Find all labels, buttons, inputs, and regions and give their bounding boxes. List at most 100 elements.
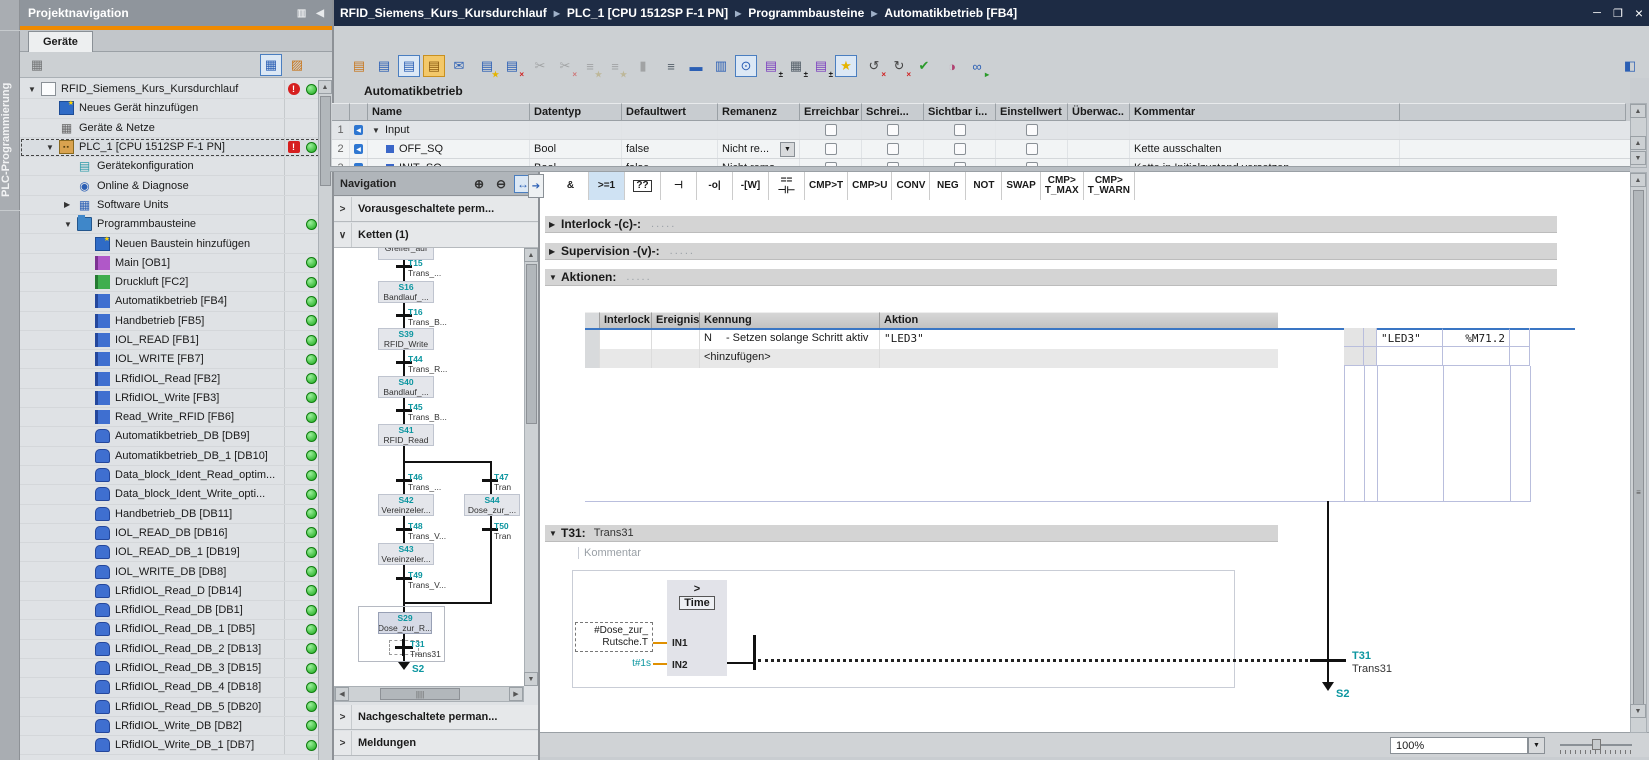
- breadcrumb-item[interactable]: PLC_1 [CPU 1512SP F-1 PN]: [567, 6, 728, 20]
- sequence-node[interactable]: [404, 602, 492, 604]
- block-pin-in2[interactable]: IN2: [672, 660, 688, 671]
- twisty-icon[interactable]: ▼: [28, 85, 41, 94]
- view-columns-icon[interactable]: ▥: [710, 55, 732, 77]
- column-settings-icon[interactable]: ▨: [286, 54, 308, 76]
- logic-instruction-button[interactable]: CMP> T_MAX: [1041, 172, 1084, 200]
- tree-item[interactable]: IOL_READ [FB1]: [20, 331, 320, 350]
- sequence-overview-canvas[interactable]: Greifer_auf T15 Trans_... S16 Bandlauf_.…: [334, 248, 524, 686]
- insert-jump-icon[interactable]: ▤: [423, 55, 445, 77]
- monitoring-icon[interactable]: ∞ ▸: [966, 55, 988, 77]
- sequence-node[interactable]: S44 Dose_zur_...: [464, 494, 520, 516]
- sequence-node[interactable]: T16 Trans_B...: [408, 307, 447, 327]
- chevron-right-icon[interactable]: >: [334, 197, 352, 221]
- next-step-label[interactable]: S2: [1336, 688, 1349, 700]
- tree-item[interactable]: LRfidIOL_Read [FB2]: [20, 369, 320, 388]
- checkbox[interactable]: [954, 143, 966, 155]
- lock-icon[interactable]: ▮: [632, 55, 654, 77]
- interface-column-header[interactable]: Einstellwert: [996, 103, 1068, 121]
- delete-network-icon[interactable]: ▤ ×: [501, 55, 523, 77]
- tree-item[interactable]: LRfidIOL_Read_DB [DB1]: [20, 601, 320, 620]
- interface-column-header[interactable]: Kommentar: [1130, 103, 1400, 121]
- tree-item[interactable]: LRfidIOL_Read_DB_2 [DB13]: [20, 640, 320, 659]
- checkbox[interactable]: [887, 124, 899, 136]
- sequence-node[interactable]: T46 Trans_...: [408, 472, 441, 492]
- interface-column-header[interactable]: Erreichbar a..: [800, 103, 862, 121]
- checkbox[interactable]: [825, 143, 837, 155]
- chevron-down-icon[interactable]: ∨: [334, 223, 352, 247]
- sequence-node[interactable]: S16 Bandlauf_...: [378, 281, 434, 303]
- chevron-right-icon[interactable]: >: [334, 705, 352, 729]
- show-interface-icon[interactable]: ▤ ±: [760, 55, 782, 77]
- tab-geraete[interactable]: Geräte: [28, 31, 93, 52]
- interface-column-header[interactable]: Name: [368, 103, 530, 121]
- interlock-section[interactable]: ▶ Interlock -(c)-: .....: [545, 216, 1557, 233]
- interface-column-header[interactable]: [1400, 103, 1626, 121]
- palette-toggle-icon[interactable]: ➔: [528, 174, 544, 198]
- operand-address-cell[interactable]: %M71.2: [1443, 328, 1510, 347]
- split-editor-icon[interactable]: ◧: [1619, 55, 1641, 77]
- action-row-add[interactable]: <hinzufügen>: [585, 349, 1278, 368]
- breadcrumb-item[interactable]: Programmbausteine: [748, 6, 864, 20]
- tree-item[interactable]: IOL_READ_DB_1 [DB19]: [20, 543, 320, 562]
- tree-item[interactable]: LRfidIOL_Read_DB_4 [DB18]: [20, 678, 320, 697]
- chevron-right-icon[interactable]: >: [334, 731, 352, 755]
- checkbox[interactable]: [954, 124, 966, 136]
- tree-item[interactable]: Handbetrieb [FB5]: [20, 312, 320, 331]
- sequence-node[interactable]: [404, 461, 492, 463]
- insert-step-transition-icon[interactable]: ▤: [398, 55, 420, 77]
- sequence-node[interactable]: T47 Tran: [494, 472, 511, 492]
- tree-item[interactable]: Main [OB1]: [20, 254, 320, 273]
- zoom-slider[interactable]: [1560, 739, 1632, 753]
- sequence-node[interactable]: S41 RFID_Read: [378, 424, 434, 446]
- section-preceding-permanent[interactable]: > Vorausgeschaltete perm...: [334, 197, 538, 222]
- sort-icon[interactable]: ▦: [26, 54, 48, 76]
- network-comment[interactable]: Kommentar: [578, 547, 641, 559]
- rail-title[interactable]: PLC-Programmierung: [0, 40, 20, 240]
- paste-icon[interactable]: ≡ ★: [579, 55, 601, 77]
- logic-instruction-button[interactable]: CMP> T_WARN: [1084, 172, 1135, 200]
- interface-column-header[interactable]: Schrei...: [862, 103, 924, 121]
- close-button[interactable]: ×: [1635, 5, 1643, 21]
- transition-label[interactable]: T31 Trans31: [1352, 650, 1392, 676]
- twisty-icon[interactable]: ▶: [64, 200, 77, 209]
- new-network-icon[interactable]: ▤ ★: [476, 55, 498, 77]
- tree-item[interactable]: Read_Write_RFID [FB6]: [20, 408, 320, 427]
- tree-item[interactable]: IOL_WRITE_DB [DB8]: [20, 562, 320, 581]
- interface-row-input[interactable]: 1 ◀ ▼Input: [332, 121, 1630, 140]
- zoom-dropdown-icon[interactable]: ▼: [1528, 737, 1545, 754]
- details-view-icon[interactable]: ▦: [260, 54, 282, 76]
- breadcrumb[interactable]: RFID_Siemens_Kurs_Kursdurchlauf ▶ PLC_1 …: [340, 6, 1017, 20]
- aktionen-section[interactable]: ▼ Aktionen: .....: [545, 269, 1557, 286]
- supervision-section[interactable]: ▶ Supervision -(v)-: .....: [545, 243, 1557, 260]
- sequence-node[interactable]: S2: [412, 664, 424, 675]
- twisty-icon[interactable]: ▼: [64, 220, 77, 229]
- breadcrumb-item[interactable]: RFID_Siemens_Kurs_Kursdurchlauf: [340, 6, 547, 20]
- tree-item[interactable]: ▼ RFID_Siemens_Kurs_Kursdurchlauf !: [20, 80, 320, 99]
- sequence-node[interactable]: [403, 248, 405, 662]
- tree-item[interactable]: Data_block_Ident_Read_optim...: [20, 466, 320, 485]
- tree-item[interactable]: ▼ PLC_1 [CPU 1512SP F-1 PN] !: [20, 138, 320, 157]
- show-addresses-icon[interactable]: ▤ ±: [810, 55, 832, 77]
- interface-column-header[interactable]: Datentyp: [530, 103, 622, 121]
- zoom-out-icon[interactable]: ⊖: [492, 175, 510, 193]
- logic-instruction-button[interactable]: -o|: [697, 172, 733, 200]
- section-following-permanent[interactable]: > Nachgeschaltete perman...: [334, 705, 538, 730]
- tree-item[interactable]: Handbetrieb_DB [DB11]: [20, 505, 320, 524]
- logic-instruction-button[interactable]: &: [553, 172, 589, 200]
- logic-instruction-button[interactable]: ??: [625, 172, 661, 200]
- interface-column-header[interactable]: Überwac..: [1068, 103, 1130, 121]
- insert-step-icon[interactable]: ▤: [348, 55, 370, 77]
- logic-instruction-button[interactable]: ⊣: [661, 172, 697, 200]
- tree-item[interactable]: LRfidIOL_Read_DB_1 [DB5]: [20, 620, 320, 639]
- step-comment-icon[interactable]: ✉: [448, 55, 470, 77]
- sequence-node[interactable]: T31 Trans31: [410, 639, 441, 659]
- sequence-node[interactable]: S43 Vereinzeler...: [378, 543, 434, 565]
- tree-item[interactable]: ▼ Programmbausteine: [20, 215, 320, 234]
- zoom-in-icon[interactable]: ⊕: [470, 175, 488, 193]
- zoom-level-combo[interactable]: 100%: [1390, 737, 1528, 754]
- interface-column-header[interactable]: Sichtbar i...: [924, 103, 996, 121]
- logic-instruction-button[interactable]: CMP>T: [805, 172, 848, 200]
- show-symbols-icon[interactable]: ▦ ±: [785, 55, 807, 77]
- operand-dose-zur-rutsche[interactable]: #Dose_zur_ Rutsche.T: [575, 622, 653, 652]
- interlock-check-icon[interactable]: ↺ ×: [863, 55, 885, 77]
